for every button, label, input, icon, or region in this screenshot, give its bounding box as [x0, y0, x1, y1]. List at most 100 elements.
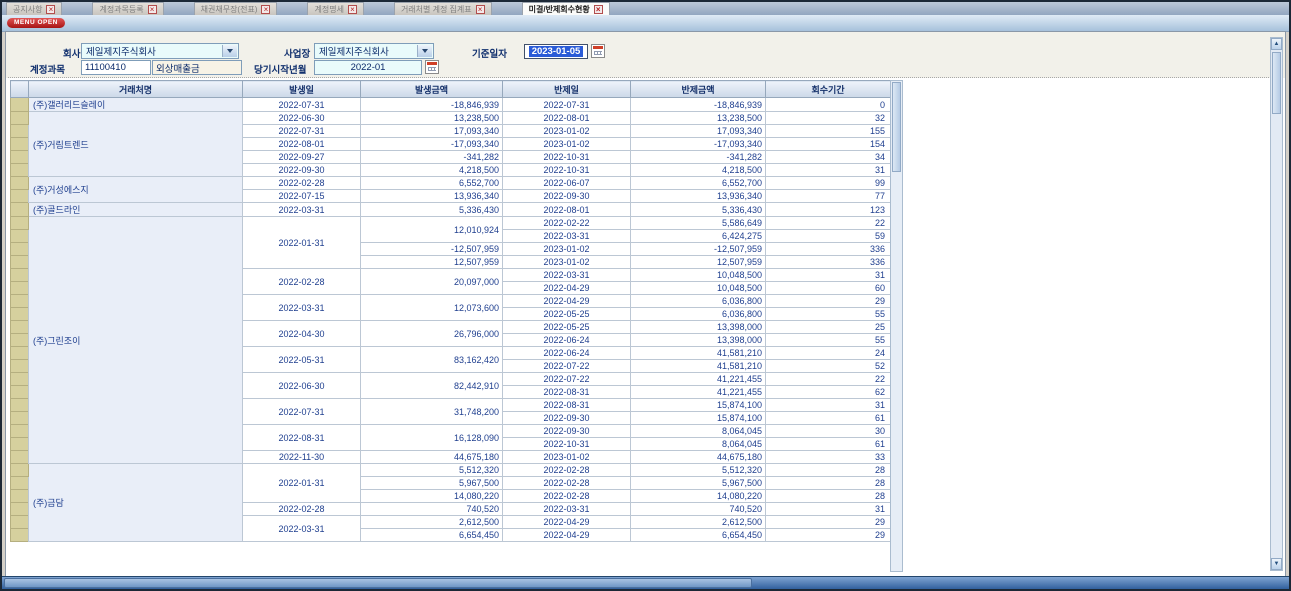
settle-amount-cell[interactable]: 44,675,180 — [631, 451, 766, 464]
issue-amount-cell[interactable]: 14,080,220 — [361, 490, 503, 503]
row-indicator[interactable] — [11, 477, 29, 490]
settle-amount-cell[interactable]: 14,080,220 — [631, 490, 766, 503]
collection-days-cell[interactable]: 33 — [766, 451, 891, 464]
settle-date-cell[interactable]: 2022-08-01 — [503, 203, 631, 217]
issue-amount-cell[interactable]: 12,507,959 — [361, 256, 503, 269]
settle-date-cell[interactable]: 2022-06-24 — [503, 334, 631, 347]
collection-days-cell[interactable]: 60 — [766, 282, 891, 295]
issue-date-cell[interactable]: 2022-07-31 — [243, 125, 361, 138]
issue-amount-cell[interactable]: 5,336,430 — [361, 203, 503, 217]
issue-amount-cell[interactable]: 31,748,200 — [361, 399, 503, 425]
collection-days-cell[interactable]: 155 — [766, 125, 891, 138]
collection-days-cell[interactable]: 61 — [766, 412, 891, 425]
issue-date-cell[interactable]: 2022-02-28 — [243, 269, 361, 295]
issue-amount-cell[interactable]: 13,238,500 — [361, 112, 503, 125]
row-indicator[interactable] — [11, 112, 29, 125]
settle-amount-cell[interactable]: 2,612,500 — [631, 516, 766, 529]
collection-days-cell[interactable]: 31 — [766, 269, 891, 282]
settle-amount-cell[interactable]: 6,036,800 — [631, 308, 766, 321]
scroll-down-icon[interactable]: ▼ — [1271, 558, 1282, 570]
row-indicator[interactable] — [11, 373, 29, 386]
issue-amount-cell[interactable]: 6,552,700 — [361, 177, 503, 190]
settle-amount-cell[interactable]: 10,048,500 — [631, 269, 766, 282]
row-indicator[interactable] — [11, 269, 29, 282]
settle-date-cell[interactable]: 2022-06-24 — [503, 347, 631, 360]
column-header[interactable]: 반제일 — [503, 81, 631, 98]
settle-amount-cell[interactable]: 6,424,275 — [631, 230, 766, 243]
issue-date-cell[interactable]: 2022-01-31 — [243, 464, 361, 503]
issue-date-cell[interactable]: 2022-05-31 — [243, 347, 361, 373]
row-indicator[interactable] — [11, 386, 29, 399]
row-indicator[interactable] — [11, 98, 29, 112]
settle-date-cell[interactable]: 2022-04-29 — [503, 516, 631, 529]
collection-days-cell[interactable]: 55 — [766, 308, 891, 321]
calendar-icon[interactable] — [591, 44, 605, 58]
horizontal-scrollbar[interactable] — [2, 576, 1289, 589]
issue-date-cell[interactable]: 2022-06-30 — [243, 373, 361, 399]
issue-date-cell[interactable]: 2022-06-30 — [243, 112, 361, 125]
issue-date-cell[interactable]: 2022-03-31 — [243, 295, 361, 321]
settle-amount-cell[interactable]: -341,282 — [631, 151, 766, 164]
collection-days-cell[interactable]: 28 — [766, 477, 891, 490]
collection-days-cell[interactable]: 29 — [766, 529, 891, 542]
collection-days-cell[interactable]: 0 — [766, 98, 891, 112]
collection-days-cell[interactable]: 29 — [766, 516, 891, 529]
issue-amount-cell[interactable]: 83,162,420 — [361, 347, 503, 373]
issue-date-cell[interactable]: 2022-02-28 — [243, 177, 361, 190]
issue-date-cell[interactable]: 2022-09-27 — [243, 151, 361, 164]
settle-amount-cell[interactable]: 10,048,500 — [631, 282, 766, 295]
row-indicator[interactable] — [11, 243, 29, 256]
settle-amount-cell[interactable]: 41,221,455 — [631, 373, 766, 386]
issue-date-cell[interactable]: 2022-02-28 — [243, 503, 361, 516]
row-indicator[interactable] — [11, 256, 29, 269]
tab-5[interactable]: 거래처별 계정 집계표× — [394, 2, 492, 15]
issue-date-cell[interactable]: 2022-04-30 — [243, 321, 361, 347]
settle-date-cell[interactable]: 2022-05-25 — [503, 308, 631, 321]
tab-3[interactable]: 채권채무장(전표)× — [194, 2, 278, 15]
calendar-icon[interactable] — [425, 60, 439, 74]
settle-date-cell[interactable]: 2023-01-02 — [503, 243, 631, 256]
settle-date-cell[interactable]: 2022-04-29 — [503, 529, 631, 542]
issue-amount-cell[interactable]: 740,520 — [361, 503, 503, 516]
chevron-down-icon[interactable] — [417, 45, 432, 57]
row-indicator[interactable] — [11, 412, 29, 425]
row-indicator[interactable] — [11, 217, 29, 230]
collection-days-cell[interactable]: 24 — [766, 347, 891, 360]
row-indicator[interactable] — [11, 138, 29, 151]
period-start-input[interactable]: 2022-01 — [314, 60, 422, 75]
column-header[interactable]: 발생일 — [243, 81, 361, 98]
issue-amount-cell[interactable]: 4,218,500 — [361, 164, 503, 177]
vendor-cell[interactable]: (주)그린조이 — [29, 217, 243, 464]
vendor-cell[interactable]: (주)거성에스지 — [29, 177, 243, 203]
collection-days-cell[interactable]: 336 — [766, 243, 891, 256]
settle-date-cell[interactable]: 2022-04-29 — [503, 282, 631, 295]
settle-amount-cell[interactable]: 5,967,500 — [631, 477, 766, 490]
issue-date-cell[interactable]: 2022-08-31 — [243, 425, 361, 451]
collection-days-cell[interactable]: 25 — [766, 321, 891, 334]
settle-date-cell[interactable]: 2022-07-31 — [503, 98, 631, 112]
row-indicator[interactable] — [11, 230, 29, 243]
settle-date-cell[interactable]: 2022-10-31 — [503, 164, 631, 177]
settle-date-cell[interactable]: 2022-07-22 — [503, 360, 631, 373]
row-indicator[interactable] — [11, 516, 29, 529]
row-indicator[interactable] — [11, 190, 29, 203]
settle-amount-cell[interactable]: 5,586,649 — [631, 217, 766, 230]
issue-date-cell[interactable]: 2022-09-30 — [243, 164, 361, 177]
settle-date-cell[interactable]: 2023-01-02 — [503, 125, 631, 138]
menu-open-button[interactable]: MENU OPEN — [7, 18, 65, 28]
settle-date-cell[interactable]: 2022-02-28 — [503, 477, 631, 490]
scrollbar-thumb[interactable] — [1272, 52, 1281, 114]
settle-amount-cell[interactable]: 41,221,455 — [631, 386, 766, 399]
settle-date-cell[interactable]: 2022-08-31 — [503, 399, 631, 412]
collection-days-cell[interactable]: 154 — [766, 138, 891, 151]
vendor-cell[interactable]: (주)갤러리드슬레이 — [29, 98, 243, 112]
collection-days-cell[interactable]: 28 — [766, 464, 891, 477]
grid-vertical-scrollbar[interactable] — [890, 80, 903, 572]
column-header[interactable]: 반제금액 — [631, 81, 766, 98]
issue-amount-cell[interactable]: 20,097,000 — [361, 269, 503, 295]
settle-date-cell[interactable]: 2023-01-02 — [503, 138, 631, 151]
settle-date-cell[interactable]: 2022-09-30 — [503, 190, 631, 203]
row-indicator[interactable] — [11, 425, 29, 438]
settle-date-cell[interactable]: 2022-10-31 — [503, 151, 631, 164]
issue-date-cell[interactable]: 2022-08-01 — [243, 138, 361, 151]
